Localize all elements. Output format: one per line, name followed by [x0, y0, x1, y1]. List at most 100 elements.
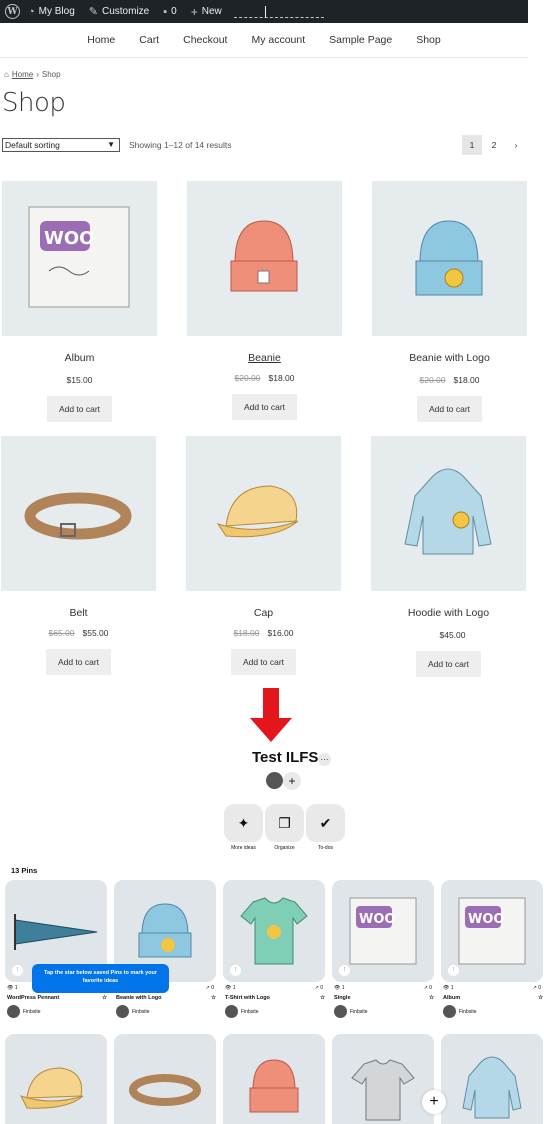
add-to-cart-button[interactable]: Add to cart	[415, 651, 482, 677]
admin-site-link[interactable]: ◔ My Blog	[28, 6, 75, 18]
pin-owner-name: Finbsite	[132, 1008, 150, 1015]
admin-site-label: My Blog	[38, 6, 75, 17]
pin-image[interactable]: ⫶	[223, 880, 325, 982]
admin-new-link[interactable]: + New	[191, 5, 222, 19]
pin-image[interactable]	[441, 1034, 543, 1124]
organize-button[interactable]: ❐	[265, 804, 304, 842]
todos-button[interactable]: ✔	[306, 804, 345, 842]
pin-stats: 👁 1 ↗ 0	[332, 985, 434, 991]
star-icon[interactable]: ☆	[538, 995, 543, 1001]
more-options-icon[interactable]: ···	[318, 753, 331, 766]
avatar	[225, 1005, 238, 1018]
nav-home[interactable]: Home	[75, 34, 127, 46]
pin-owner-name: Finbsite	[241, 1008, 259, 1015]
add-collaborator-icon[interactable]: +	[283, 772, 301, 790]
sparkle-icon: ✦	[237, 814, 250, 831]
pin-title: T-Shirt with Logo	[225, 995, 270, 1001]
nav-my-account[interactable]: My account	[239, 34, 317, 46]
admin-comments-link[interactable]: ▪ 0	[163, 6, 176, 18]
admin-search-field[interactable]	[234, 9, 324, 18]
add-to-cart-button[interactable]: Add to cart	[230, 649, 297, 675]
price-old: $65.00	[48, 628, 75, 638]
product-image-beanie[interactable]	[187, 181, 342, 336]
pin-image[interactable]: WOO ⫶	[441, 880, 543, 982]
nav-checkout[interactable]: Checkout	[171, 34, 239, 46]
star-icon[interactable]: ☆	[429, 995, 434, 1001]
star-icon[interactable]: ☆	[211, 995, 216, 1001]
breadcrumb-home[interactable]: Home	[12, 70, 33, 79]
avatar[interactable]	[266, 772, 283, 789]
beanie-logo-art-icon	[415, 220, 483, 296]
pin-image[interactable]	[5, 1034, 107, 1124]
pin-card[interactable]	[441, 1034, 543, 1124]
pin-image[interactable]	[332, 1034, 434, 1124]
add-to-cart-button[interactable]: Add to cart	[416, 396, 483, 422]
product-image-beanie-with-logo[interactable]	[372, 181, 527, 336]
nav-shop[interactable]: Shop	[404, 34, 453, 46]
add-to-cart-button[interactable]: Add to cart	[45, 649, 112, 675]
product-name[interactable]: Cap	[186, 607, 341, 619]
beanie-art-icon	[249, 1059, 299, 1113]
result-count: Showing 1–12 of 14 results	[129, 140, 232, 150]
pin-card[interactable]	[5, 1034, 107, 1124]
nav-sample-page[interactable]: Sample Page	[317, 34, 404, 46]
add-to-cart-button[interactable]: Add to cart	[46, 396, 113, 422]
pin-saves-count: 0	[429, 985, 432, 991]
product-image-belt[interactable]	[1, 436, 156, 591]
price-old: $20.00	[234, 373, 261, 383]
pin-views: 👁 1	[443, 985, 454, 991]
admin-customize-link[interactable]: ✎ Customize	[89, 5, 149, 18]
pin-owner-name: Finbsite	[350, 1008, 368, 1015]
pin-card[interactable]: ⫶ 👁 1↗ 0 WordPress Pennant☆ Finbsite	[5, 880, 107, 1018]
price-old: $18.00	[233, 628, 260, 638]
product-price: $15.00	[2, 375, 157, 385]
star-icon[interactable]: ☆	[320, 995, 325, 1001]
next-page-icon[interactable]: ›	[506, 135, 526, 155]
page-1[interactable]: 1	[462, 135, 482, 155]
pin-image[interactable]	[114, 1034, 216, 1124]
product-image-album[interactable]: WOO	[2, 181, 157, 336]
more-ideas-button[interactable]: ✦	[224, 804, 263, 842]
add-pin-button[interactable]: +	[422, 1090, 446, 1114]
pin-card[interactable]: ⫶ 👁 1 ↗ 0 T-Shirt with Logo ☆ Finbsite	[223, 880, 325, 1018]
product-name[interactable]: Beanie	[187, 352, 342, 364]
pin-type-icon: ⫶	[12, 965, 23, 976]
page-title: Shop	[2, 88, 66, 118]
home-icon: ⌂	[4, 70, 9, 79]
product-price: $65.00 $55.00	[1, 628, 156, 638]
pin-views-count: 1	[341, 985, 345, 991]
nav-cart[interactable]: Cart	[127, 34, 171, 46]
pin-image[interactable]	[223, 1034, 325, 1124]
pin-image[interactable]: WOO ⫶	[332, 880, 434, 982]
pin-type-icon: ⫶	[339, 965, 350, 976]
add-to-cart-button[interactable]: Add to cart	[231, 394, 298, 420]
product-card: Belt $65.00 $55.00 Add to cart	[1, 436, 156, 675]
tool-label: To-dos	[317, 845, 333, 851]
favorite-tip-tooltip: Tap the star below saved Pins to mark yo…	[32, 964, 169, 993]
star-icon[interactable]: ☆	[102, 995, 107, 1001]
pin-views-count: 1	[14, 985, 18, 991]
page-2[interactable]: 2	[484, 135, 504, 155]
product-name[interactable]: Belt	[1, 607, 156, 619]
pin-card[interactable]: 👁 1↗ 0 Beanie with Logo☆ Finbsite	[114, 880, 216, 1018]
product-name[interactable]: Beanie with Logo	[372, 352, 527, 364]
product-name[interactable]: Album	[2, 352, 157, 364]
wordpress-logo-icon[interactable]: W	[5, 4, 20, 19]
sorting-select[interactable]: Default sorting ▼	[2, 138, 120, 152]
pin-card[interactable]: WOO ⫶ 👁 1 ↗ 0 Album ☆ Finbsite	[441, 880, 543, 1018]
pin-title: Beanie with Logo	[116, 995, 162, 1001]
tool-label: More ideas	[231, 845, 256, 851]
pin-card[interactable]	[223, 1034, 325, 1124]
product-card: Beanie $20.00 $18.00 Add to cart	[187, 181, 342, 420]
avatar	[7, 1005, 20, 1018]
pin-card[interactable]	[114, 1034, 216, 1124]
breadcrumb-current: Shop	[41, 70, 61, 79]
product-image-hoodie-with-logo[interactable]	[371, 436, 526, 591]
pin-title-row: Album ☆	[441, 995, 543, 1001]
product-name[interactable]: Hoodie with Logo	[371, 607, 526, 619]
pin-views: 👁 1	[334, 985, 345, 991]
avatar	[116, 1005, 129, 1018]
pin-card[interactable]: WOO ⫶ 👁 1 ↗ 0 Single ☆ Finbsite	[332, 880, 434, 1018]
pin-card[interactable]	[332, 1034, 434, 1124]
product-image-cap[interactable]	[186, 436, 341, 591]
